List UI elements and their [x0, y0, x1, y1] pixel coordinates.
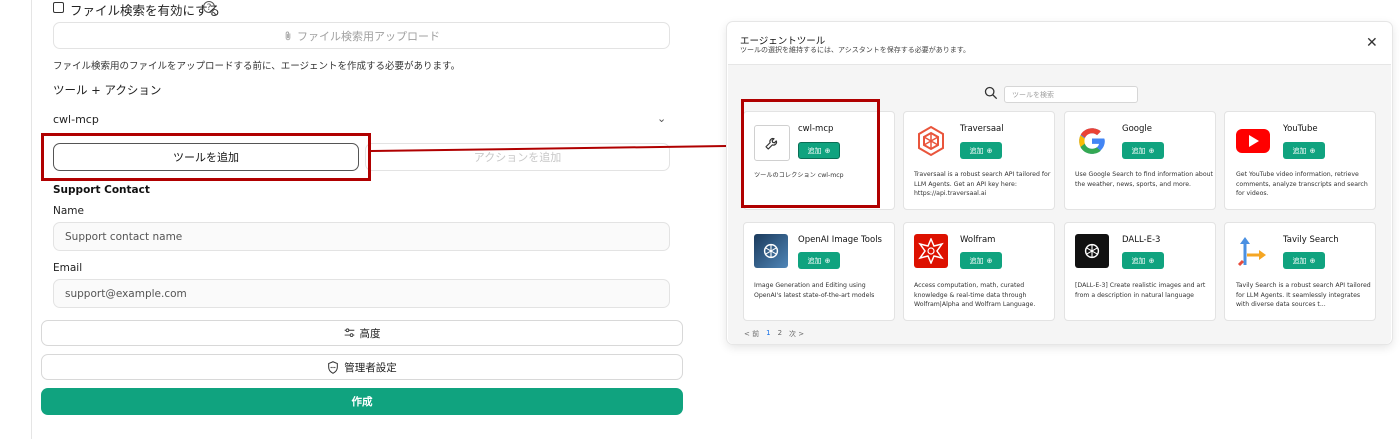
add-label: 追加 [1292, 146, 1307, 155]
tool-name: Google [1122, 124, 1152, 134]
youtube-logo-icon [1236, 124, 1270, 158]
page-1-link[interactable]: 1 [766, 329, 770, 339]
add-tool-youtube-button[interactable]: 追加 ⊕ [1283, 142, 1325, 159]
name-label: Name [53, 205, 84, 217]
shield-icon [328, 360, 339, 374]
tool-desc: Image Generation and Editing using OpenA… [754, 282, 875, 299]
add-tool-traversaal-button[interactable]: 追加 ⊕ [960, 142, 1002, 159]
chevron-down-icon[interactable]: ⌄ [657, 112, 666, 125]
help-icon[interactable]: ? [203, 1, 215, 13]
openai-image-tools-icon [754, 234, 788, 268]
tool-name: YouTube [1283, 124, 1318, 134]
highlight-box-cwl-mcp [741, 99, 880, 208]
plus-circle-icon: ⊕ [986, 256, 993, 265]
add-label: 追加 [1292, 256, 1307, 265]
add-tool-dall-e-3-button[interactable]: 追加 ⊕ [1122, 252, 1164, 269]
tool-name: Tavily Search [1283, 235, 1339, 245]
openai-logo-icon [1075, 234, 1109, 268]
tool-desc: [DALL-E-3] Create realistic images and a… [1075, 282, 1206, 299]
add-label: 追加 [1131, 256, 1146, 265]
file-search-label: ファイル検索を有効にする [70, 3, 221, 18]
close-icon[interactable]: ✕ [1366, 35, 1378, 51]
tool-desc: Get YouTube video information, retrieve … [1236, 171, 1368, 197]
tool-desc: Use Google Search to find information ab… [1075, 171, 1213, 188]
prev-page-link[interactable]: < 前 [744, 329, 759, 339]
create-button[interactable]: 作成 [41, 388, 683, 415]
wolfram-logo-icon [914, 234, 948, 268]
tool-name: OpenAI Image Tools [798, 235, 882, 245]
add-tool-google-button[interactable]: 追加 ⊕ [1122, 142, 1164, 159]
dialog-subtitle: ツールの選択を維持するには、アシスタントを保存する必要があります。 [740, 46, 971, 54]
file-search-checkbox[interactable] [53, 2, 64, 13]
page-2-link[interactable]: 2 [778, 329, 782, 339]
plus-circle-icon: ⊕ [1148, 256, 1155, 265]
upload-label: ファイル検索用アップロード [297, 29, 440, 43]
add-label: 追加 [1131, 146, 1146, 155]
sliders-icon [344, 328, 354, 337]
traversaal-logo-icon [914, 124, 948, 158]
advanced-button[interactable]: 高度 [41, 320, 683, 346]
pagination: < 前 1 2 次 > [744, 329, 804, 339]
tools-heading: ツール + アクション [53, 83, 162, 97]
support-email-input[interactable]: support@example.com [53, 279, 670, 308]
google-logo-icon [1075, 124, 1109, 158]
add-label: 追加 [969, 256, 984, 265]
add-tool-wolfram-button[interactable]: 追加 ⊕ [960, 252, 1002, 269]
search-icon [984, 86, 998, 100]
support-name-input[interactable]: Support contact name [53, 222, 670, 251]
plus-circle-icon: ⊕ [824, 256, 831, 265]
tool-name: DALL-E-3 [1122, 235, 1161, 245]
tool-desc: Traversaal is a robust search API tailor… [914, 171, 1051, 197]
email-label: Email [53, 262, 83, 274]
support-contact-heading: Support Contact [53, 184, 150, 196]
highlight-box-add-tool [41, 133, 371, 181]
tool-search-input[interactable] [1004, 86, 1138, 103]
file-search-upload-button[interactable]: ファイル検索用アップロード [53, 22, 670, 49]
tool-name: Traversaal [960, 124, 1004, 134]
next-page-link[interactable]: 次 > [789, 329, 804, 339]
upload-note: ファイル検索用のファイルをアップロードする前に、エージェントを作成する必要があり… [53, 61, 461, 72]
panel-divider [31, 0, 32, 439]
tool-desc: Access computation, math, curated knowle… [914, 282, 1036, 308]
plus-circle-icon: ⊕ [1309, 256, 1316, 265]
paperclip-icon [285, 31, 291, 40]
selected-tool[interactable]: cwl-mcp [53, 113, 99, 126]
admin-settings-label: 管理者設定 [344, 361, 397, 374]
add-label: 追加 [807, 256, 822, 265]
admin-settings-button[interactable]: 管理者設定 [41, 354, 683, 380]
tool-name: Wolfram [960, 235, 996, 245]
add-label: 追加 [969, 146, 984, 155]
plus-circle-icon: ⊕ [1309, 146, 1316, 155]
plus-circle-icon: ⊕ [1148, 146, 1155, 155]
add-tool-tavily-search-button[interactable]: 追加 ⊕ [1283, 252, 1325, 269]
advanced-label: 高度 [359, 327, 381, 340]
add-tool-openai-image-tools-button[interactable]: 追加 ⊕ [798, 252, 840, 269]
tavily-logo-icon [1236, 234, 1270, 268]
tool-desc: Tavily Search is a robust search API tai… [1236, 282, 1371, 308]
plus-circle-icon: ⊕ [986, 146, 993, 155]
